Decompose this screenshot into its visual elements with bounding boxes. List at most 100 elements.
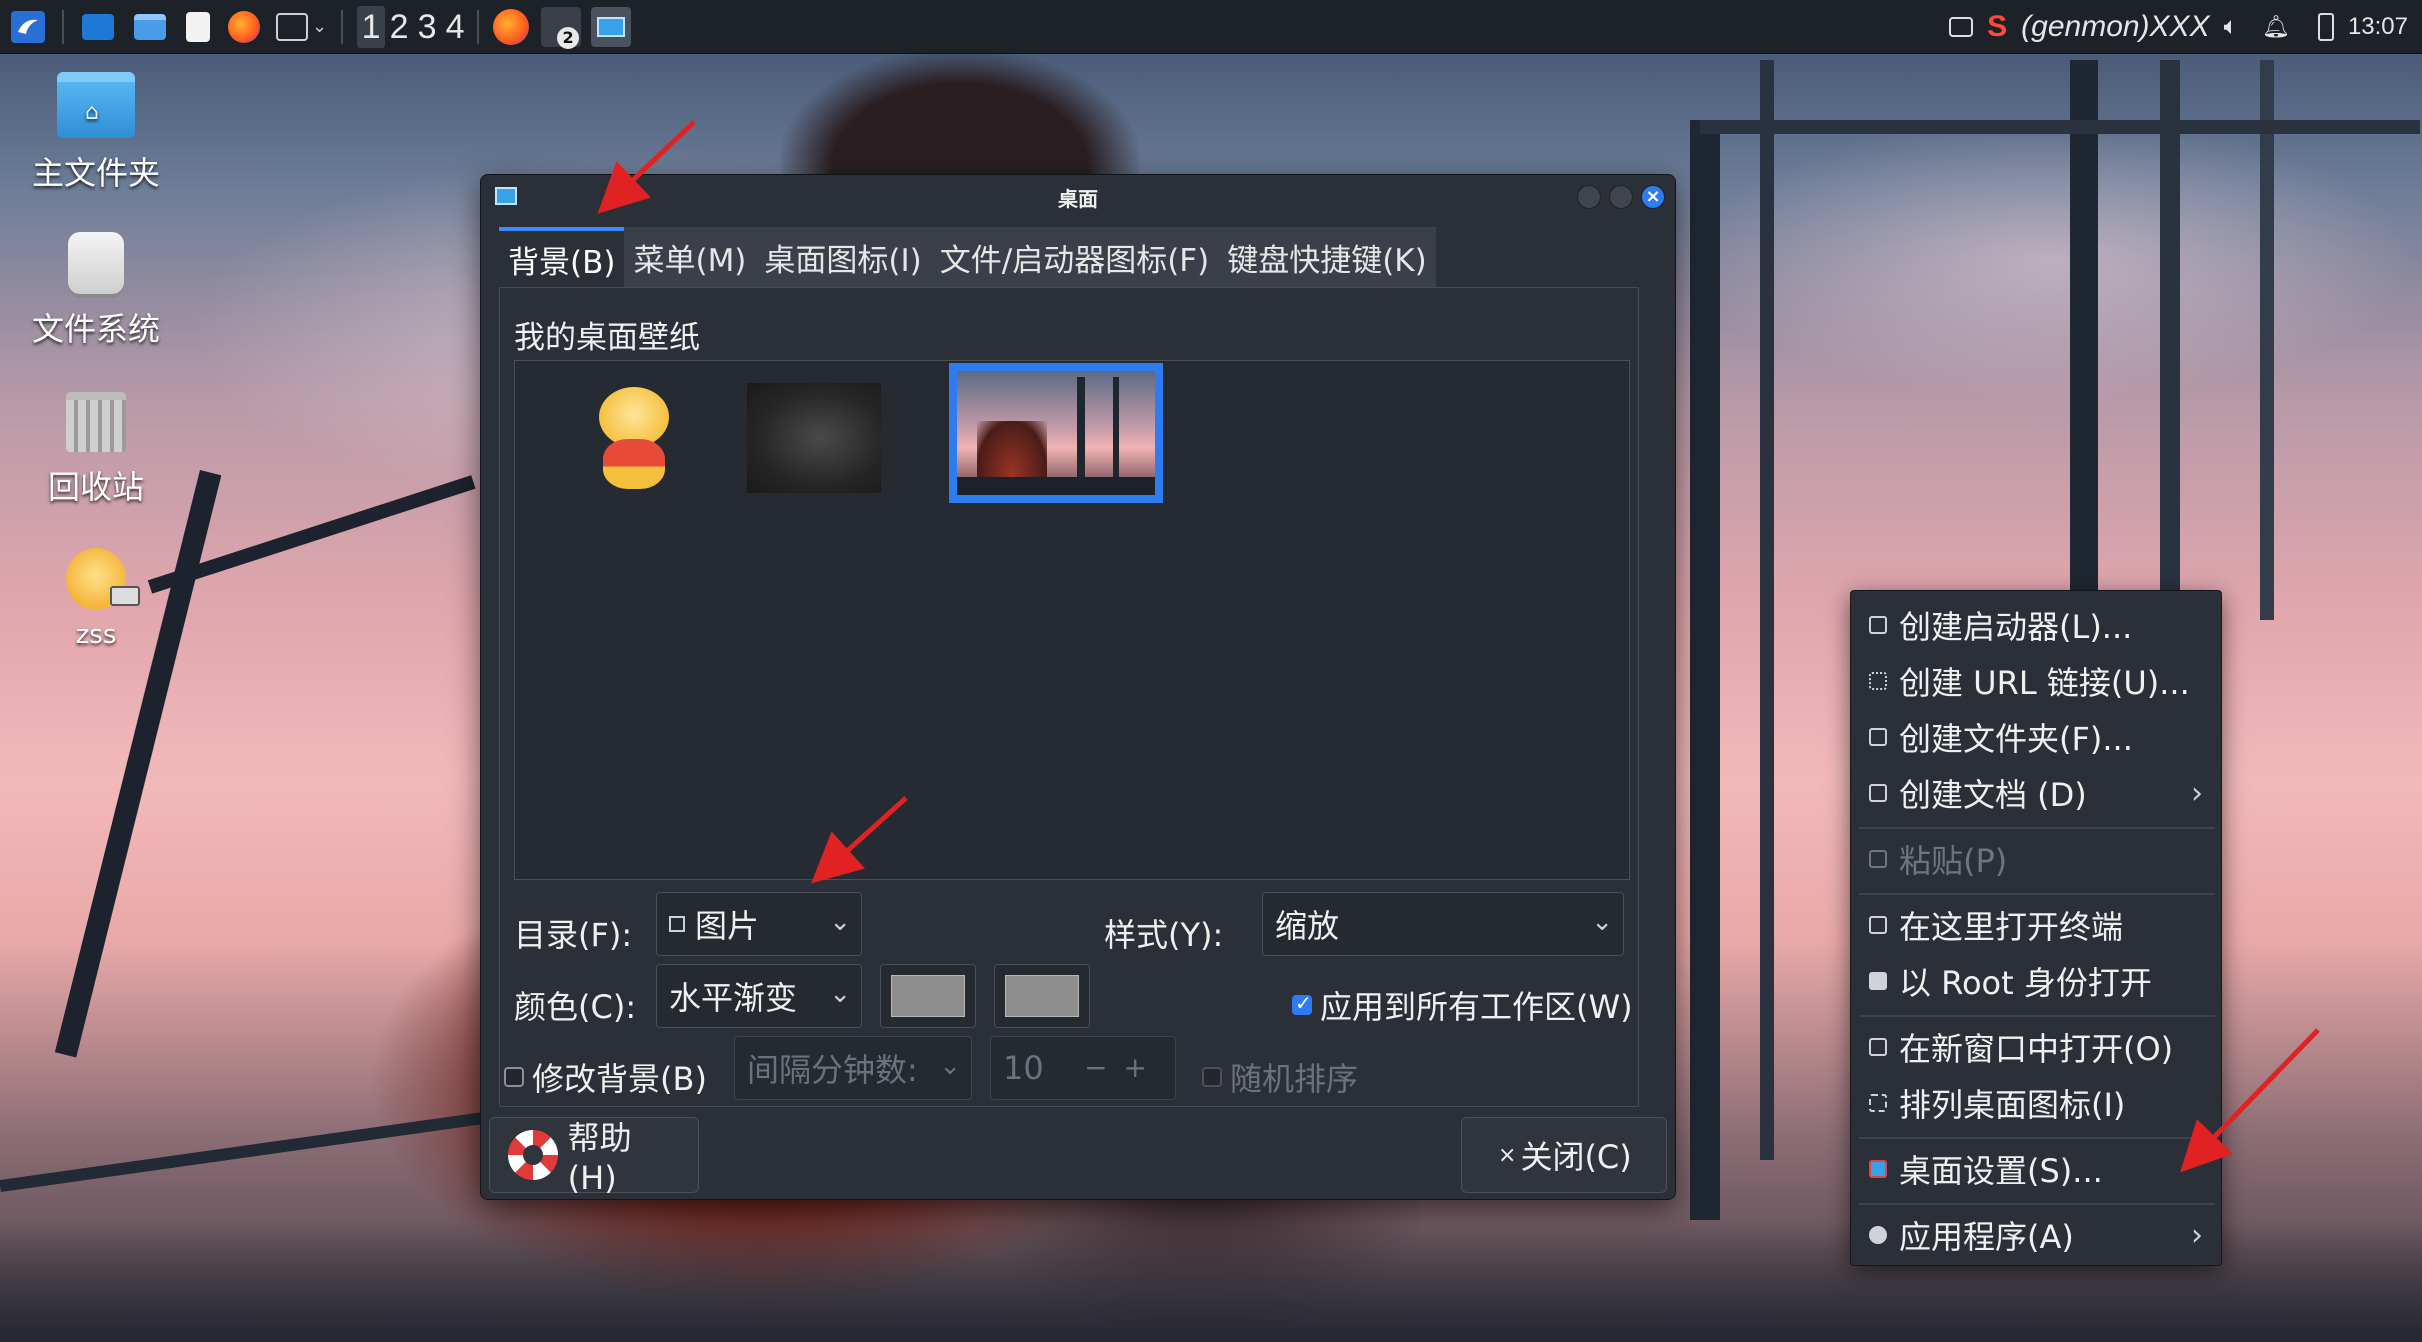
link-icon (1869, 672, 1887, 690)
color-mode-combo[interactable]: 水平渐变 ⌄ (656, 964, 862, 1028)
battery-icon[interactable] (2317, 13, 2334, 41)
show-desktop-icon[interactable] (82, 13, 114, 40)
desktop-settings-icon (495, 187, 517, 205)
change-bg-check[interactable] (504, 1067, 524, 1087)
menu-item-label: 粘贴(P) (1899, 842, 2008, 880)
window-buttons: × (1577, 185, 1665, 209)
folder-value: 图片 (695, 907, 760, 945)
dialog-title: 桌面 (1058, 186, 1098, 211)
interval-spinbox[interactable]: 10 −+ (990, 1036, 1176, 1100)
panel-separator (477, 9, 480, 44)
random-check[interactable] (1202, 1067, 1222, 1087)
maximize-button[interactable] (1609, 185, 1633, 209)
help-lifebuoy-icon (508, 1130, 558, 1180)
wallpaper-thumb-dark[interactable] (747, 383, 881, 493)
tab-icons[interactable]: 桌面图标(I) (755, 227, 931, 287)
style-value: 缩放 (1275, 907, 1340, 945)
random-order-checkbox[interactable]: 随机排序 (1202, 1054, 1358, 1100)
desktop-icon-label: 文件系统 (31, 310, 160, 348)
menu-item-create-launcher[interactable]: 创建启动器(L)... (1851, 597, 2221, 653)
color-1-button[interactable] (880, 964, 976, 1028)
workspace-4[interactable]: 4 (441, 6, 469, 48)
desktop-settings-dialog: 桌面 × 背景(B) 菜单(M) 桌面图标(I) 文件/启动器图标(F) 键盘快… (480, 174, 1676, 1200)
file-manager-icon[interactable] (134, 13, 166, 40)
desktop-icon-label: 回收站 (47, 468, 144, 506)
folder-combo[interactable]: 图片 ⌄ (656, 892, 862, 956)
chevron-down-icon: ⌄ (829, 907, 851, 937)
app-menu-button[interactable] (6, 5, 50, 49)
tab-menus[interactable]: 菜单(M) (624, 227, 756, 287)
apply-all-checkbox[interactable]: 应用到所有工作区(W) (1292, 982, 1633, 1028)
close-button[interactable]: × 关闭(C) (1461, 1117, 1667, 1193)
menu-item-label: 创建 URL 链接(U)... (1899, 664, 2190, 702)
tab-keyboard-shortcuts[interactable]: 键盘快捷键(K) (1218, 227, 1436, 287)
menu-item-open-as-root[interactable]: 以 Root 身份打开 (1851, 953, 2221, 1009)
terminal-icon[interactable] (276, 12, 308, 41)
filesystem-icon (68, 232, 124, 294)
new-window-icon (1869, 1038, 1887, 1056)
tab-background[interactable]: 背景(B) (499, 227, 625, 287)
menu-item-arrange-icons[interactable]: 排列桌面图标(I) (1851, 1075, 2221, 1131)
color-2-button[interactable] (994, 964, 1090, 1028)
wallpaper-thumb-pooh[interactable] (589, 387, 679, 493)
wallpaper-section-label: 我的桌面壁纸 (514, 320, 700, 356)
wallpaper-thumb-selected[interactable] (949, 363, 1163, 503)
color-mode-value: 水平渐变 (669, 979, 798, 1017)
menu-separator (1859, 893, 2215, 895)
menu-item-open-new-window[interactable]: 在新窗口中打开(O) (1851, 1019, 2221, 1075)
submenu-arrow-icon: › (2191, 775, 2203, 811)
trash-icon (66, 392, 126, 452)
minimize-button[interactable] (1577, 185, 1601, 209)
menu-separator (1859, 1203, 2215, 1205)
text-editor-icon[interactable] (186, 11, 210, 42)
arrange-icon (1869, 1094, 1887, 1112)
genmon-output[interactable]: (genmon)XXX (2021, 10, 2209, 44)
close-icon[interactable]: × (1641, 185, 1665, 209)
desktop-icon-label: 主文件夹 (31, 154, 160, 192)
workspace-3[interactable]: 3 (413, 6, 441, 48)
menu-item-label: 创建文档 (D) (1899, 776, 2087, 814)
background-pane: 我的桌面壁纸 目录(F): 图片 ⌄ 样式(Y): 缩放 ⌄ 颜色(C): 水平… (499, 287, 1639, 1107)
menu-item-create-document[interactable]: 创建文档 (D) › (1851, 765, 2221, 821)
desktop-icon-filesystem[interactable]: 文件系统 (6, 232, 186, 350)
desktop-icon-home[interactable]: ⌂ 主文件夹 (6, 72, 186, 194)
firefox-task-icon[interactable] (493, 8, 530, 45)
volume-icon[interactable]: 🔈︎ (2224, 13, 2238, 41)
menu-item-applications[interactable]: 应用程序(A) › (1851, 1207, 2221, 1263)
system-tray: S (genmon)XXX 🔈︎ 🔔︎ 13:07 (1949, 0, 2408, 54)
chevron-down-icon: ⌄ (1591, 907, 1613, 937)
style-combo[interactable]: 缩放 ⌄ (1262, 892, 1624, 956)
notification-bell-icon[interactable]: 🔔︎ (2262, 14, 2290, 40)
menu-item-label: 在新窗口中打开(O) (1899, 1030, 2174, 1068)
change-bg-checkbox[interactable]: 修改背景(B) (504, 1054, 707, 1100)
menu-item-create-url[interactable]: 创建 URL 链接(U)... (1851, 653, 2221, 709)
spin-buttons[interactable]: −+ (1084, 1051, 1163, 1084)
launcher-icon (1869, 616, 1887, 634)
wallpaper-list[interactable] (514, 360, 1630, 880)
menu-item-paste[interactable]: 粘贴(P) (1851, 831, 2221, 887)
task-group-button[interactable]: 2 (541, 6, 582, 49)
folder-root-icon (1869, 972, 1887, 990)
display-icon[interactable] (1949, 17, 1974, 37)
desktop-settings-task-icon[interactable] (591, 6, 632, 47)
menu-item-open-terminal[interactable]: 在这里打开终端 (1851, 897, 2221, 953)
document-icon (1869, 784, 1887, 802)
desktop-icon-zss[interactable]: zss (6, 548, 186, 650)
clock[interactable]: 13:07 (2348, 13, 2408, 41)
workspace-2[interactable]: 2 (385, 6, 413, 48)
desktop-icon-trash[interactable]: 回收站 (6, 392, 186, 508)
submenu-arrow-icon: › (2191, 1217, 2203, 1253)
workspace-1[interactable]: 1 (357, 5, 386, 48)
chevron-down-icon[interactable]: ⌄ (312, 16, 327, 37)
menu-item-desktop-settings[interactable]: 桌面设置(S)... (1851, 1141, 2221, 1197)
menu-item-create-folder[interactable]: 创建文件夹(F)... (1851, 709, 2221, 765)
menu-separator (1859, 827, 2215, 829)
tab-file-launcher-icons[interactable]: 文件/启动器图标(F) (930, 227, 1219, 287)
help-button[interactable]: 帮助(H) (489, 1117, 699, 1197)
applications-icon (1869, 1226, 1887, 1244)
interval-combo[interactable]: 间隔分钟数: ⌄ (734, 1036, 972, 1100)
image-folder-icon (669, 916, 685, 932)
apply-all-check[interactable] (1292, 991, 1312, 1015)
firefox-icon[interactable] (228, 10, 260, 43)
dialog-titlebar[interactable]: 桌面 × (481, 175, 1675, 219)
